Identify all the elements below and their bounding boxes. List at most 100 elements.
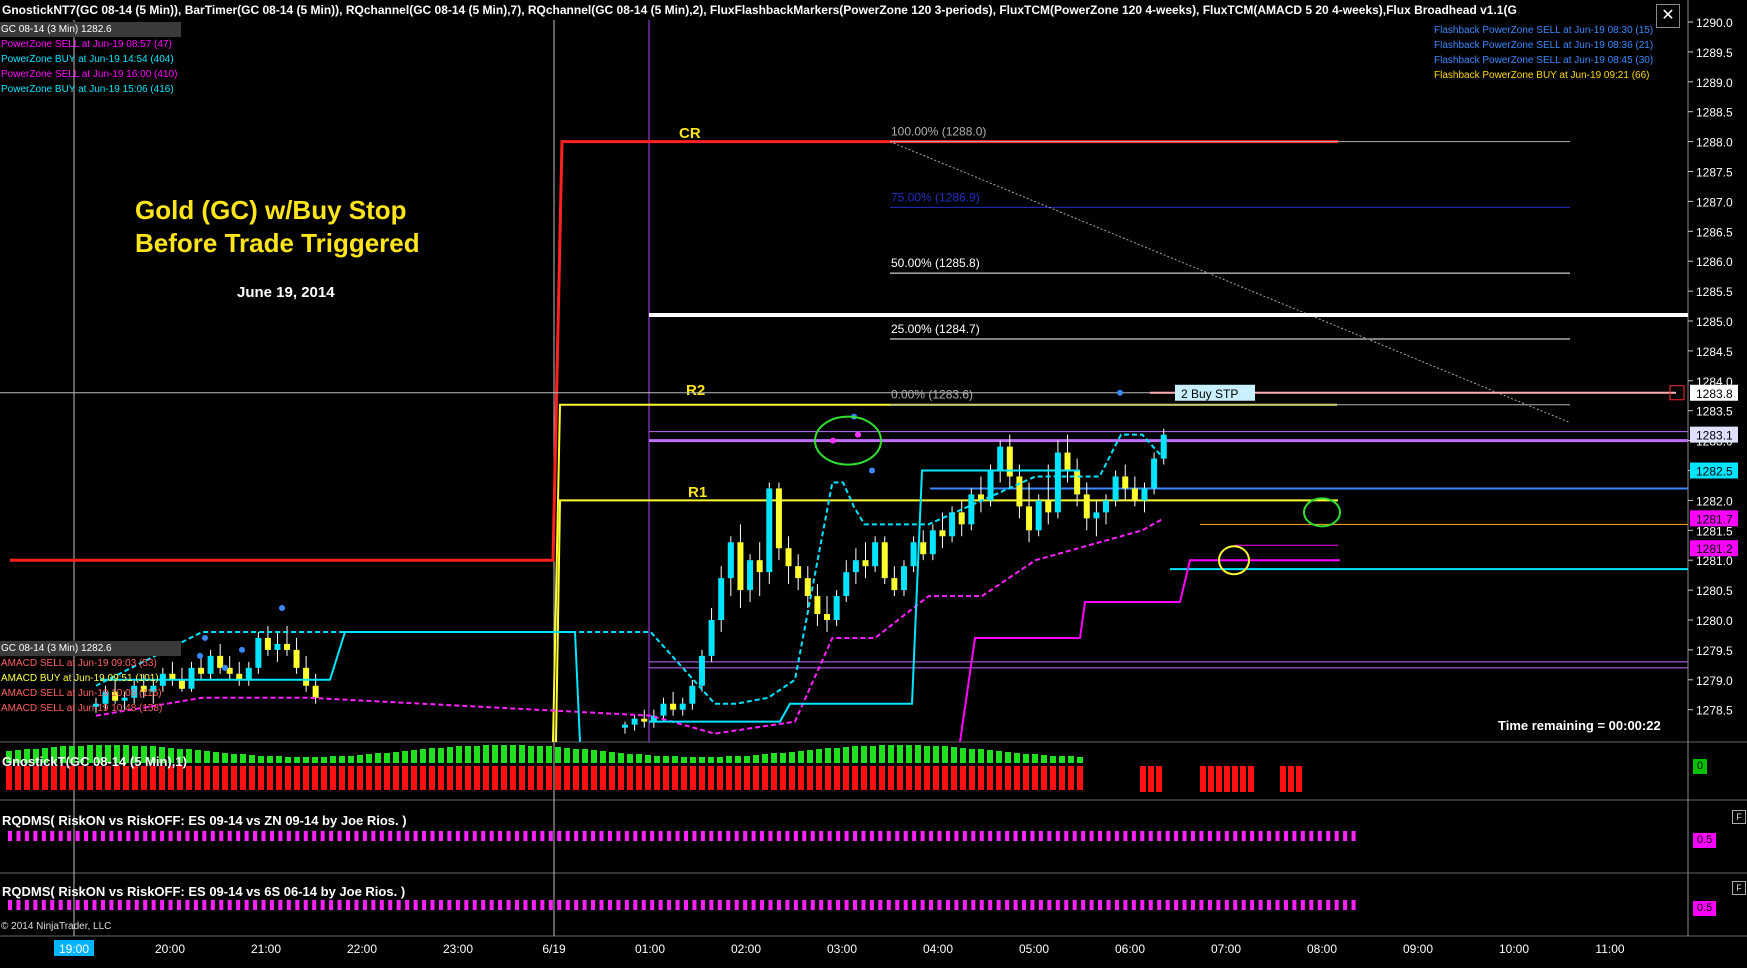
candle-body (1131, 488, 1138, 501)
magenta-ma-line (95, 517, 1165, 735)
rqdms-bar (1064, 831, 1069, 841)
rqdms-bar (396, 831, 401, 841)
rqdms-bar (1224, 831, 1229, 841)
signal-dot (197, 652, 203, 659)
rqdms-bar (193, 831, 198, 841)
rqdms-bar (886, 831, 891, 841)
close-icon[interactable]: ✕ (1656, 4, 1680, 28)
gnostick-bar-up (303, 757, 309, 763)
rqdms-bar (616, 900, 621, 910)
gnostick-bar-up (375, 753, 381, 763)
rqdms-bar (1233, 831, 1238, 841)
gnostick-bar-down (60, 766, 66, 790)
rqdms-bar (1326, 831, 1331, 841)
cr-label: CR (679, 125, 701, 142)
gnostick-bar-down (177, 766, 183, 790)
rqdms-bar (658, 831, 663, 841)
rqdms-bar (202, 900, 207, 910)
rqdms-bar (1224, 900, 1229, 910)
rqdms-bar (422, 831, 427, 841)
gnostick-panel-title: GnostickT(GC 08-14 (5 Min),1) (2, 754, 187, 769)
gnostick-bar-up (411, 750, 417, 763)
gnostick-bar-up (996, 751, 1002, 763)
rqdms-bar (117, 900, 122, 910)
gnostick-bar-down (1296, 766, 1302, 792)
rqdms-bar (227, 900, 232, 910)
gnostick-bar-up (609, 752, 615, 763)
r2-label: R2 (686, 382, 705, 399)
rqdms-bar (1267, 900, 1272, 910)
signal-line: Flashback PowerZone SELL at Jun-19 08:30… (1434, 25, 1654, 36)
rqdms-bar (996, 831, 1001, 841)
rqdms-bar (1013, 900, 1018, 910)
rqdms-bar (464, 900, 469, 910)
rqdms-bar (675, 831, 680, 841)
rqdms-bar (269, 900, 274, 910)
gnostick-bar-up (735, 756, 741, 763)
rqdms-bar (1275, 900, 1280, 910)
rqdms-bar (515, 831, 519, 841)
x-axis-tick-label: 05:00 (1019, 942, 1049, 956)
rqdms-bar (1140, 900, 1145, 910)
gnostick-bar-up (1023, 754, 1029, 763)
gnostick-bar-up (546, 746, 552, 763)
gnostick-bar-up (321, 757, 327, 763)
gnostick-bar-down (816, 766, 822, 790)
rqdms-bar (1241, 831, 1246, 841)
gnostick-bar-up (699, 757, 705, 763)
panel-format-button[interactable]: F (1732, 881, 1746, 895)
candle-body (997, 446, 1004, 471)
fib-level-label: 100.00% (1288.0) (891, 125, 986, 139)
gnostick-bar-down (204, 766, 210, 790)
fib-level-label: 0.00% (1283.6) (891, 388, 973, 402)
rqdms-bar (1022, 900, 1026, 910)
gnostick-bar-up (708, 757, 714, 763)
candle-body (1026, 506, 1033, 531)
gnostick-bar-down (96, 766, 102, 790)
gnostick-bar-down (1240, 766, 1246, 792)
rqdms-bar (253, 831, 258, 841)
y-axis-tick-label: 1285.0 (1696, 315, 1733, 329)
gnostick-bar-down (1216, 766, 1222, 792)
rqdms-bar (84, 831, 89, 841)
gnostick-bar-up (465, 746, 471, 763)
rqdms-bar (1233, 900, 1238, 910)
rqdms-bar (768, 900, 773, 910)
gnostick-bar-up (1014, 753, 1020, 763)
rqdms-bar (379, 831, 384, 841)
y-axis-tick-label: 1289.0 (1696, 76, 1733, 90)
sell-signal-dot (830, 437, 836, 444)
rqdms-bar (853, 900, 857, 910)
gnostick-bar-up (447, 747, 453, 763)
gnostick-bar-down (483, 766, 489, 790)
rqdms-bar (354, 831, 359, 841)
rqdms-bar (193, 900, 198, 910)
candle-body (949, 512, 956, 537)
gnostick-bar-up (312, 757, 318, 763)
rqdms-bar (472, 900, 477, 910)
candle-body (245, 667, 252, 680)
gnostick-bar-down (672, 766, 678, 790)
rqdms-bar (1267, 831, 1272, 841)
panel-format-button[interactable]: F (1732, 810, 1746, 824)
candle-body (737, 542, 744, 591)
rqdms-bar (700, 900, 705, 910)
gnostick-bar-up (717, 757, 723, 763)
rqdms-bar (185, 900, 190, 910)
rqdms-bar (692, 900, 697, 910)
rqdms-bar (903, 831, 908, 841)
x-axis-tick-label: 11:00 (1595, 942, 1624, 956)
y-axis-tick-label: 1280.0 (1696, 614, 1733, 628)
gnostick-bar-down (447, 766, 453, 790)
gnostick-bar-down (870, 766, 876, 790)
gnostick-bar-down (1248, 766, 1254, 792)
rqdms-bar (1123, 831, 1128, 841)
y-axis-tick-label: 1281.5 (1696, 524, 1733, 538)
rqdms-bar (109, 900, 114, 910)
y-axis-tick-label: 1285.5 (1696, 285, 1733, 299)
rqdms-bar (667, 831, 672, 841)
gnostick-bar-down (294, 766, 300, 790)
rqdms-bar (1013, 831, 1018, 841)
rqdms-bar (1106, 900, 1111, 910)
rqdms-bar (531, 831, 536, 841)
